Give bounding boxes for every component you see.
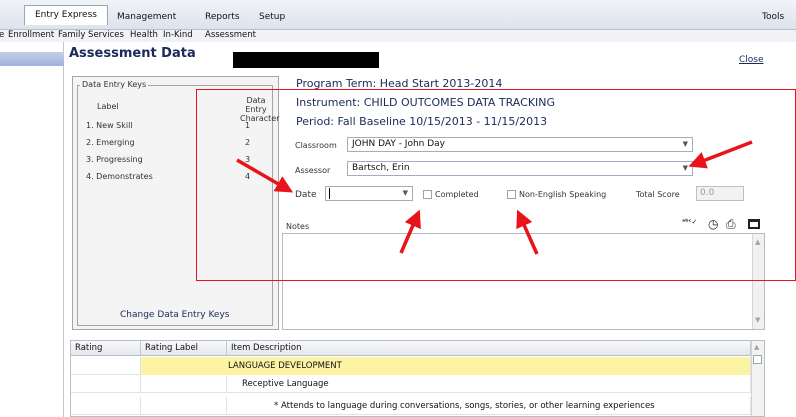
table-row-category[interactable]: LANGUAGE DEVELOPMENT: [71, 357, 751, 375]
table-row-subcategory[interactable]: Receptive Language: [71, 375, 751, 393]
scroll-thumb[interactable]: [753, 355, 762, 364]
item-description-cell: Receptive Language: [227, 375, 751, 393]
rating-label-cell: [141, 375, 227, 393]
item-description-cell: * Attends to language during conversatio…: [227, 397, 751, 415]
annotation-arrow-date: [236, 158, 294, 193]
item-description-cell: LANGUAGE DEVELOPMENT: [141, 357, 751, 375]
grid-scrollbar[interactable]: ▲: [751, 341, 764, 416]
annotation-arrow-non-english: [516, 209, 539, 255]
column-header-item-description[interactable]: Item Description: [227, 341, 751, 356]
rating-label-cell: [141, 397, 227, 415]
rating-cell[interactable]: [71, 375, 141, 393]
rating-cell[interactable]: [71, 357, 141, 375]
annotation-arrow-assessor: [688, 140, 753, 169]
rating-cell[interactable]: [71, 397, 141, 415]
column-header-rating-label[interactable]: Rating Label: [141, 341, 227, 356]
scroll-up-icon[interactable]: ▲: [754, 343, 759, 351]
column-header-rating[interactable]: Rating: [71, 341, 141, 356]
annotation-arrow-completed: [399, 209, 421, 254]
table-row-item[interactable]: * Attends to language during conversatio…: [71, 397, 751, 415]
